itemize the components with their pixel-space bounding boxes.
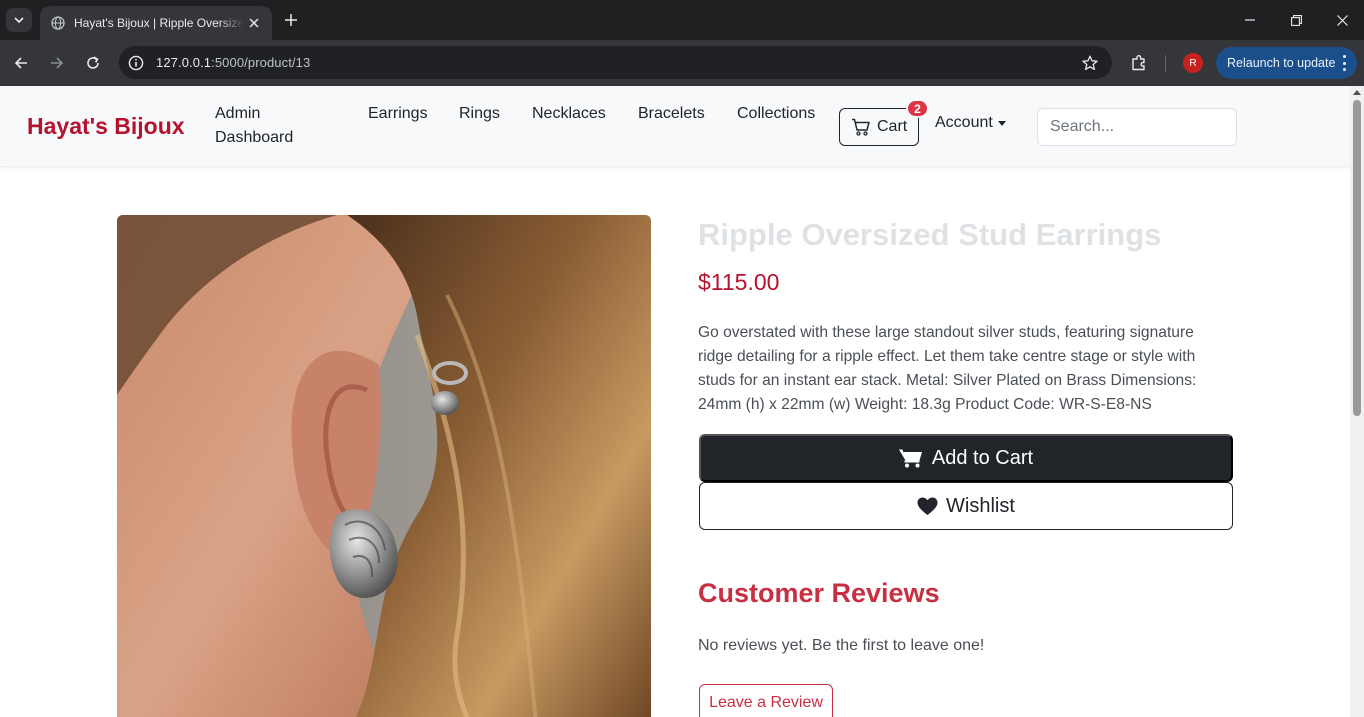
reload-icon[interactable] (81, 51, 105, 75)
no-reviews-message: No reviews yet. Be the first to leave on… (698, 637, 985, 654)
add-to-cart-button[interactable]: Add to Cart (699, 434, 1233, 482)
brand-logo[interactable]: Hayat's Bijoux (27, 113, 185, 140)
nav-earrings[interactable]: Earrings (368, 102, 428, 126)
tab-search-icon[interactable] (6, 8, 32, 32)
kebab-menu-icon[interactable] (1341, 55, 1347, 71)
caret-down-icon (997, 120, 1006, 126)
address-bar[interactable]: 127.0.0.1:5000/product/13 (119, 46, 1112, 79)
scrollbar-thumb[interactable] (1353, 100, 1361, 416)
nav-bracelets[interactable]: Bracelets (638, 102, 705, 126)
profile-avatar[interactable]: R (1183, 53, 1203, 73)
browser-toolbar: 127.0.0.1:5000/product/13 R Relaunch to … (0, 40, 1364, 86)
wishlist-label: Wishlist (946, 494, 1015, 517)
page-viewport: Hayat's Bijoux Admin Dashboard Earrings … (0, 86, 1350, 717)
add-to-cart-label: Add to Cart (931, 446, 1034, 469)
url-text[interactable]: 127.0.0.1:5000/product/13 (156, 55, 310, 70)
reviews-heading: Customer Reviews (698, 578, 940, 608)
heart-icon (917, 497, 938, 515)
forward-icon[interactable] (45, 51, 69, 75)
product-image (117, 215, 651, 717)
product-price: $115.00 (698, 269, 780, 295)
browser-tab[interactable]: Hayat's Bijoux | Ripple Oversized Stud E… (40, 6, 272, 40)
relaunch-to-update-button[interactable]: Relaunch to update (1216, 47, 1357, 79)
cart-count-badge: 2 (906, 99, 929, 118)
product-description: Go overstated with these large standout … (698, 324, 1197, 413)
cart-label: Cart (877, 118, 908, 135)
extensions-icon[interactable] (1128, 52, 1150, 74)
globe-icon (50, 15, 66, 31)
nav-collections[interactable]: Collections (737, 102, 815, 126)
nav-admin-line1: Admin (215, 105, 261, 122)
nav-admin-line2: Dashboard (215, 129, 294, 146)
nav-necklaces[interactable]: Necklaces (532, 102, 606, 126)
plus-icon[interactable] (280, 9, 302, 31)
back-icon[interactable] (9, 51, 33, 75)
scroll-up-arrow-icon[interactable] (1353, 90, 1361, 95)
site-navbar: Hayat's Bijoux Admin Dashboard Earrings … (0, 86, 1350, 167)
relaunch-label: Relaunch to update (1227, 56, 1336, 70)
cart-icon (852, 118, 870, 136)
page-scrollbar[interactable] (1350, 86, 1364, 717)
url-path: :5000/product/13 (211, 55, 311, 70)
close-window-icon[interactable] (1329, 8, 1355, 32)
nav-admin-dashboard[interactable]: Admin Dashboard (215, 102, 293, 150)
minimize-icon[interactable] (1237, 8, 1263, 32)
close-icon[interactable] (246, 15, 262, 31)
search-input[interactable] (1037, 108, 1237, 146)
star-icon[interactable] (1080, 53, 1100, 73)
product-title: Ripple Oversized Stud Earrings (698, 217, 1162, 252)
account-dropdown[interactable]: Account (935, 114, 1006, 132)
site-info-icon[interactable] (127, 54, 145, 72)
account-label: Account (935, 114, 993, 131)
restore-icon[interactable] (1283, 8, 1309, 32)
wishlist-button[interactable]: Wishlist (699, 482, 1233, 530)
toolbar-divider (1165, 55, 1166, 72)
leave-review-button[interactable]: Leave a Review (699, 684, 833, 717)
nav-rings[interactable]: Rings (459, 102, 500, 126)
url-host: 127.0.0.1 (156, 55, 212, 70)
browser-tab-strip: Hayat's Bijoux | Ripple Oversized Stud E… (0, 0, 1364, 40)
cart-icon (898, 449, 922, 468)
leave-review-label: Leave a Review (709, 694, 823, 711)
tab-title: Hayat's Bijoux | Ripple Oversized Stud E… (74, 16, 244, 30)
